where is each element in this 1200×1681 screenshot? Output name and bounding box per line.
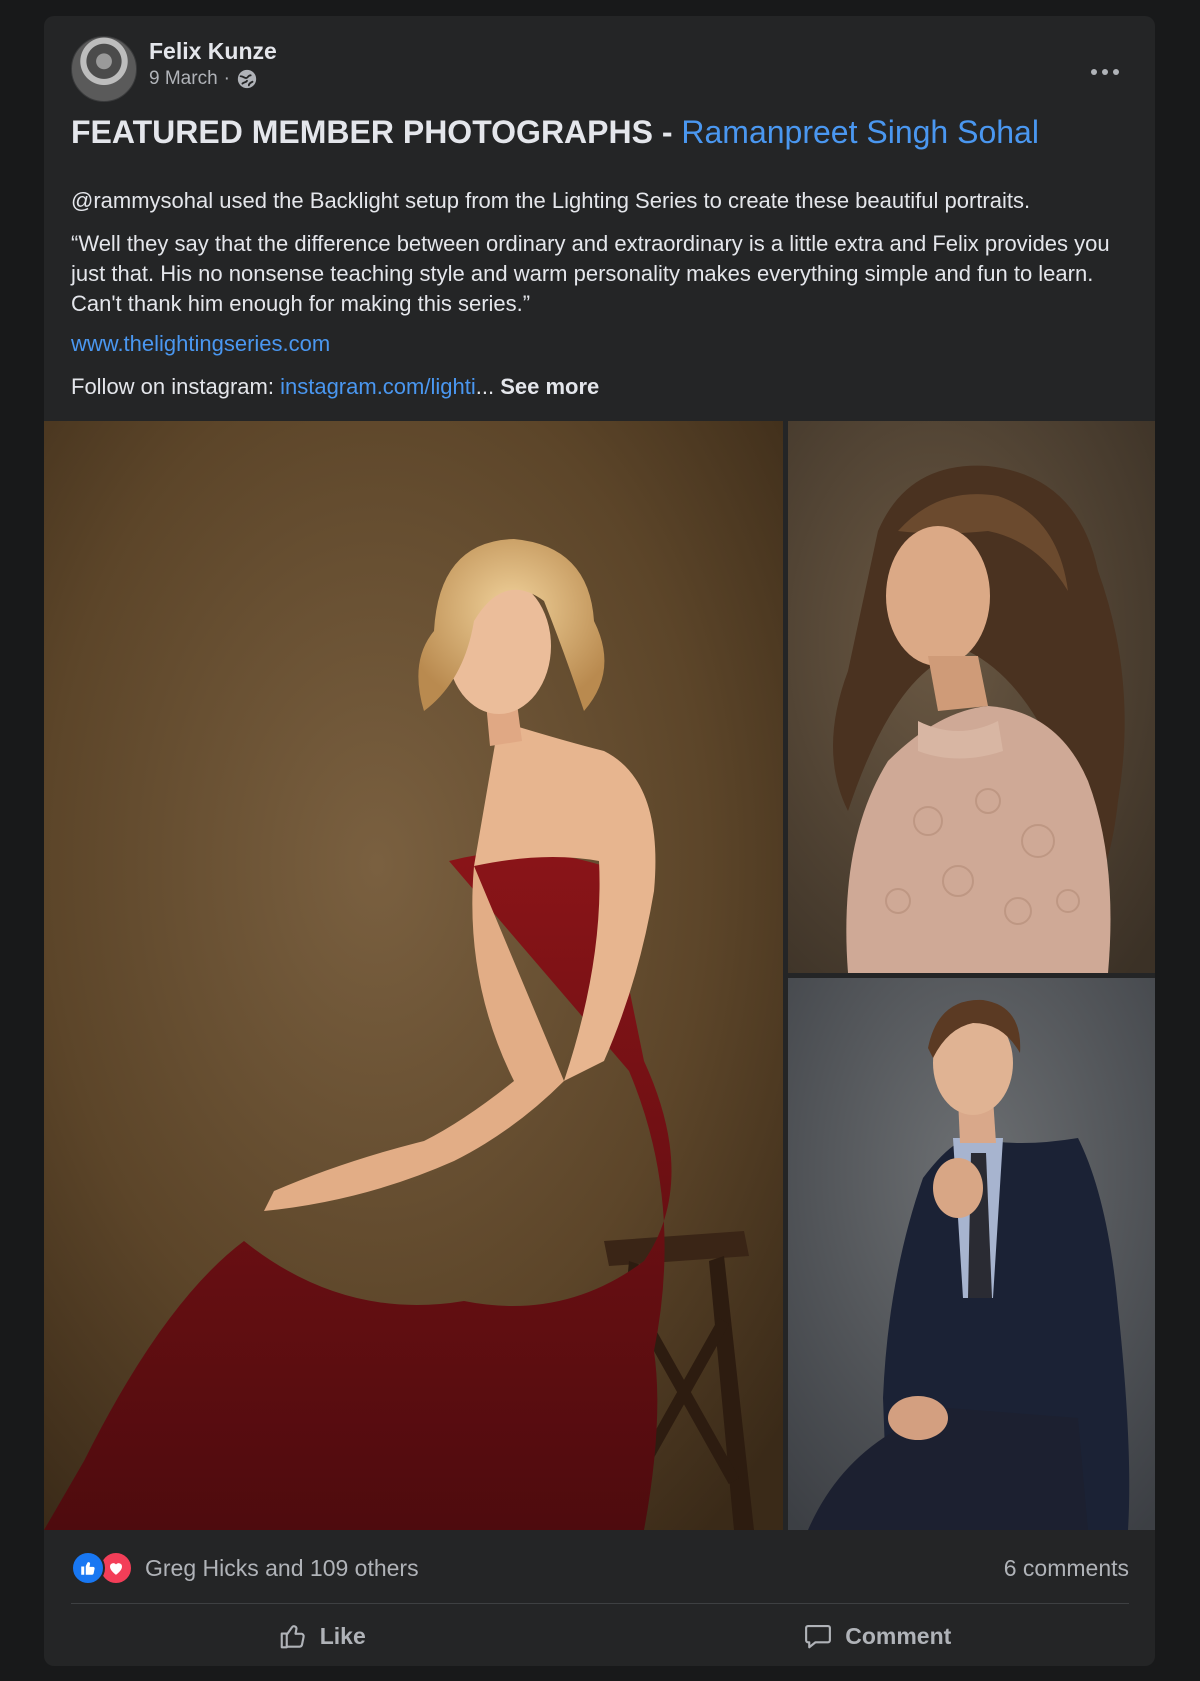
comment-label: Comment — [845, 1622, 952, 1649]
ellipsis: ... — [475, 374, 495, 399]
instagram-line: Follow on instagram: instagram.com/light… — [71, 372, 1131, 402]
like-button[interactable]: Like — [44, 1606, 600, 1666]
post-date[interactable]: 9 March — [149, 68, 218, 90]
post-meta: 9 March · — [149, 68, 258, 90]
more-options-button[interactable] — [1085, 58, 1125, 86]
divider — [71, 1603, 1129, 1604]
author-name[interactable]: Felix Kunze — [149, 38, 277, 65]
post-title: FEATURED MEMBER PHOTOGRAPHS - Ramanpreet… — [71, 114, 1039, 151]
instagram-prefix: Follow on instagram: — [71, 374, 281, 399]
thumbs-up-icon — [280, 1625, 305, 1649]
like-label: Like — [319, 1622, 366, 1649]
instagram-link[interactable]: instagram.com/lighti — [280, 374, 476, 399]
like-reaction-icon — [71, 1551, 105, 1585]
post-title-text: FEATURED MEMBER PHOTOGRAPHS - — [71, 114, 682, 150]
avatar[interactable] — [71, 36, 137, 102]
photo-grid — [44, 421, 1155, 1530]
see-more-button[interactable]: See more — [500, 374, 599, 399]
photo-man-navy-suit[interactable] — [788, 978, 1155, 1530]
post-paragraph-1: @rammysohal used the Backlight setup fro… — [71, 188, 1031, 213]
comments-count[interactable]: 6 comments — [1004, 1555, 1129, 1582]
reaction-icons — [71, 1551, 133, 1585]
post-card: Felix Kunze 9 March · FEATURED MEMBER PH… — [44, 16, 1155, 1666]
more-options-icon — [1091, 69, 1119, 75]
website-link[interactable]: www.thelightingseries.com — [71, 329, 1131, 359]
photo-woman-red-dress[interactable] — [44, 421, 783, 1530]
action-bar: Like Comment — [44, 1606, 1155, 1666]
photo-woman-lace-blouse[interactable] — [788, 421, 1155, 973]
meta-separator: · — [223, 68, 230, 89]
comment-button[interactable]: Comment — [600, 1606, 1156, 1666]
reactions-text: Greg Hicks and 109 others — [145, 1554, 419, 1581]
public-globe-icon[interactable] — [236, 68, 258, 90]
reactions-summary[interactable]: Greg Hicks and 109 others — [71, 1551, 419, 1585]
comment-bubble-icon — [805, 1624, 832, 1649]
post-quote: “Well they say that the difference betwe… — [71, 231, 1110, 316]
member-name-link[interactable]: Ramanpreet Singh Sohal — [681, 114, 1039, 150]
